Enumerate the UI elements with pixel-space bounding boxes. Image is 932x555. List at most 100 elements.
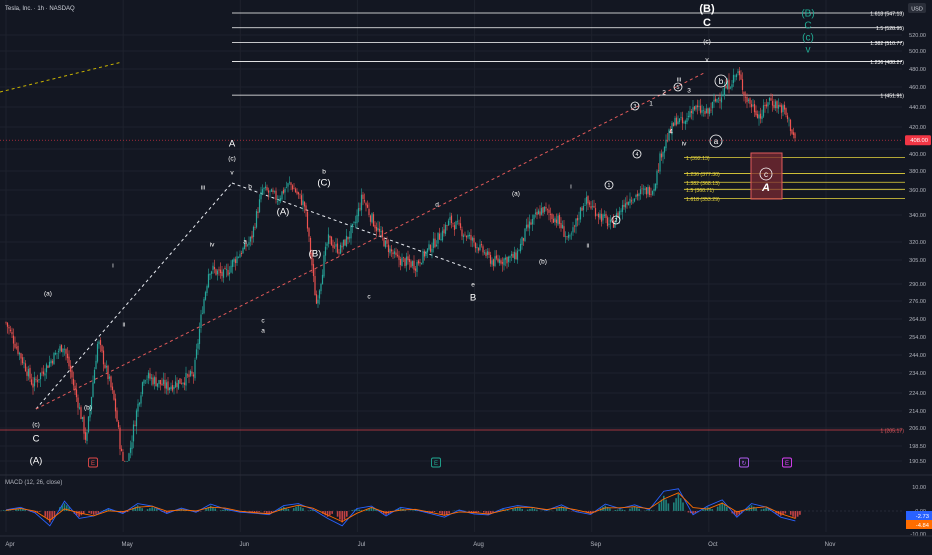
candle-body	[739, 71, 740, 75]
candle-body	[559, 215, 560, 224]
candle-body	[280, 198, 281, 201]
candle-body	[287, 183, 288, 186]
wave-label: C	[33, 433, 40, 444]
wave-label: 1	[649, 100, 653, 107]
candle-body	[383, 238, 384, 246]
candle-body	[283, 190, 284, 193]
candle-body	[688, 116, 689, 117]
candle-body	[104, 365, 105, 368]
candle-body	[7, 323, 8, 327]
macd-histogram-bar	[711, 509, 713, 511]
macd-histogram-bar	[512, 509, 514, 511]
candle-body	[212, 266, 213, 270]
wave-label: 3	[634, 104, 637, 110]
wave-label: C	[703, 17, 711, 29]
earnings-marker-glyph[interactable]: E	[91, 461, 95, 467]
candle-body	[337, 243, 338, 252]
candle-body	[37, 380, 38, 382]
macd-histogram-bar	[534, 509, 536, 511]
candle-body	[334, 247, 335, 248]
wave-label: (c)	[703, 38, 711, 45]
chart-stage[interactable]: 1.618 (547.13)1.5 (528.95)1.382 (510.77)…	[0, 0, 932, 550]
candle-body	[655, 184, 656, 190]
candle-body	[47, 366, 48, 368]
candle-body	[151, 378, 152, 379]
candle-body	[229, 273, 230, 274]
macd-histogram-bar	[717, 507, 719, 511]
candle-body	[106, 366, 107, 368]
candle-body	[242, 248, 243, 253]
macd-histogram-bar	[288, 509, 290, 511]
macd-histogram-bar	[441, 511, 443, 515]
candle-body	[664, 147, 665, 153]
candle-body	[764, 105, 765, 106]
candle-body	[589, 202, 590, 204]
wave-label: d	[435, 201, 439, 208]
earnings-marker-glyph[interactable]: ↻	[741, 460, 746, 467]
candle-body	[413, 261, 414, 270]
candle-body	[683, 122, 684, 123]
candle-body	[73, 379, 74, 385]
candle-body	[587, 196, 588, 203]
candle-body	[715, 99, 716, 102]
candle-body	[329, 236, 330, 238]
wave-label: (A)	[30, 455, 43, 466]
candle-body	[412, 261, 413, 266]
candle-body	[28, 369, 29, 377]
candle-body	[538, 211, 539, 215]
candle-body	[328, 234, 329, 243]
wave-label: C	[804, 21, 811, 32]
currency-button-label[interactable]: USD	[911, 7, 923, 13]
earnings-marker-glyph[interactable]: E	[785, 461, 789, 467]
macd-histogram-bar	[556, 509, 558, 511]
candle-body	[689, 111, 690, 117]
candle-body	[164, 380, 165, 388]
candle-body	[790, 120, 791, 131]
candle-body	[787, 116, 788, 119]
candle-body	[265, 187, 266, 188]
candle-body	[707, 108, 708, 113]
candle-body	[584, 205, 585, 206]
candle-body	[452, 224, 453, 225]
macd-histogram-bar	[214, 508, 216, 511]
candle-body	[142, 382, 143, 394]
macd-histogram-bar	[339, 511, 341, 520]
candle-body	[472, 238, 473, 241]
fib-level-label: 1.618 (547.13)	[870, 12, 904, 18]
macd-histogram-bar	[646, 510, 648, 511]
candle-body	[284, 189, 285, 193]
candle-body	[628, 202, 629, 205]
candle-body	[67, 354, 68, 358]
macd-histogram-bar	[615, 510, 617, 511]
candle-body	[625, 203, 626, 207]
candle-body	[731, 84, 732, 87]
macd-title: MACD (12, 26, close)	[5, 480, 62, 486]
candle-body	[718, 98, 719, 99]
candle-body	[518, 251, 519, 252]
candle-body	[586, 197, 587, 205]
candle-body	[133, 425, 134, 442]
candle-body	[568, 235, 569, 238]
candle-body	[379, 229, 380, 232]
macd-histogram-bar	[515, 508, 517, 511]
candle-body	[485, 253, 486, 257]
candle-body	[50, 360, 51, 363]
earnings-marker-glyph[interactable]: E	[434, 461, 438, 467]
candle-body	[119, 428, 120, 449]
candle-body	[98, 341, 99, 343]
macd-histogram-bar	[258, 511, 260, 512]
candle-body	[179, 378, 180, 383]
candle-body	[34, 377, 35, 386]
candle-body	[529, 221, 530, 228]
fib-level-label: 1 (392.13)	[686, 156, 710, 162]
candle-body	[286, 187, 287, 188]
candle-body	[710, 110, 711, 111]
candle-body	[607, 217, 608, 226]
candle-body	[158, 380, 159, 384]
macd-histogram-bar	[300, 507, 302, 511]
candle-body	[112, 387, 113, 390]
candle-body	[169, 388, 170, 390]
candle-body	[392, 252, 393, 254]
candle-body	[361, 195, 362, 211]
candle-body	[304, 202, 305, 207]
